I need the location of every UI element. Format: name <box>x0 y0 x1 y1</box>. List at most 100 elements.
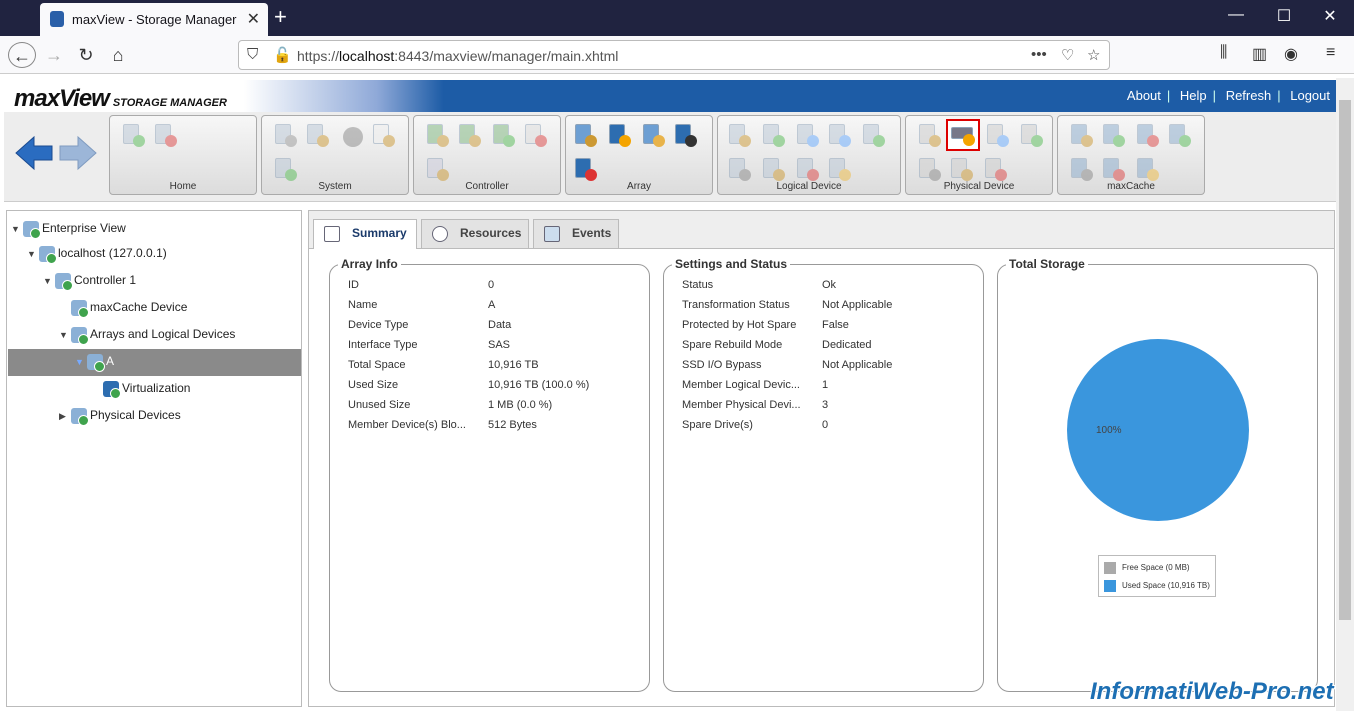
page-actions-icon[interactable]: ••• <box>1031 46 1047 63</box>
array_info-key: ID <box>348 279 359 291</box>
remove-system-icon[interactable] <box>152 122 178 148</box>
add-system-icon[interactable] <box>120 122 146 148</box>
tree-node-controller[interactable]: ▼ Controller 1 <box>43 273 136 293</box>
mc-delete-icon[interactable] <box>1100 156 1126 182</box>
settings-key: Spare Drive(s) <box>682 419 753 431</box>
url-bar[interactable]: ⛉ 🔓 https://localhost:8443/maxview/manag… <box>238 40 1110 70</box>
array_info-value: 0 <box>488 279 495 291</box>
back-icon[interactable]: ← <box>8 42 36 68</box>
array-modify-icon[interactable] <box>640 122 666 148</box>
app-header: maxView STORAGE MANAGER About | Help | Refr… <box>4 80 1336 112</box>
array-tools-icon[interactable] <box>606 122 632 148</box>
ld-add-icon[interactable] <box>760 122 786 148</box>
array-delete-icon[interactable] <box>572 156 598 182</box>
new-tab-icon[interactable]: + <box>274 4 287 30</box>
settings-value: Dedicated <box>822 339 872 351</box>
controller-schedule-icon[interactable] <box>522 122 548 148</box>
back-arrow-icon[interactable] <box>14 134 54 172</box>
settings-key: Protected by Hot Spare <box>682 319 797 331</box>
mc-search-icon[interactable] <box>1068 156 1094 182</box>
system-settings-icon[interactable] <box>272 122 298 148</box>
library-icon[interactable]: ⫼ <box>1220 44 1227 62</box>
pd-tools-icon[interactable] <box>946 119 980 151</box>
account-icon[interactable]: ◉ <box>1284 44 1298 64</box>
settings-value: False <box>822 319 849 331</box>
ld-clock-icon[interactable] <box>826 156 852 182</box>
tree-node-virtualization[interactable]: Virtualization <box>103 381 190 401</box>
settings-key: Member Logical Devic... <box>682 379 800 391</box>
minimize-icon[interactable]: — <box>1216 6 1256 24</box>
array_info-value: 1 MB (0.0 %) <box>488 399 553 411</box>
tree-node-maxcache[interactable]: maxCache Device <box>71 300 187 320</box>
window-close-icon[interactable]: ✕ <box>1310 6 1350 26</box>
browser-tab-bar: maxView - Storage Manager ✕ + — ☐ ✕ <box>0 0 1354 36</box>
top-links: About | Help | Refresh | Logout <box>1126 88 1330 103</box>
tab-summary[interactable]: Summary <box>313 219 417 249</box>
scrollbar-thumb[interactable] <box>1339 100 1351 620</box>
controller-search-icon[interactable] <box>490 122 516 148</box>
ld-edit-icon[interactable] <box>760 156 786 182</box>
help-link[interactable]: Help <box>1180 88 1207 103</box>
ld-delete-icon[interactable] <box>794 156 820 182</box>
logout-link[interactable]: Logout <box>1290 88 1330 103</box>
about-link[interactable]: About <box>1127 88 1161 103</box>
ld-expand-icon[interactable] <box>794 122 820 148</box>
system-tools-icon[interactable] <box>304 122 330 148</box>
pocket-icon[interactable]: ♡ <box>1061 46 1074 64</box>
edit-document-icon[interactable] <box>370 122 396 148</box>
pd-cache-icon[interactable] <box>1018 122 1044 148</box>
tab-close-icon[interactable]: ✕ <box>247 9 260 29</box>
maxview-app: maxView STORAGE MANAGER About | Help | Refr… <box>4 78 1336 711</box>
forward-icon[interactable]: → <box>40 42 68 68</box>
tree-node-enterprise[interactable]: ▼ Enterprise View <box>11 221 126 241</box>
maximize-icon[interactable]: ☐ <box>1264 6 1304 26</box>
lock-warning-icon[interactable]: 🔓 <box>273 46 292 64</box>
pd-delete-icon[interactable] <box>982 156 1008 182</box>
ld-migrate-icon[interactable] <box>826 122 852 148</box>
mc-disable-icon[interactable] <box>1134 122 1160 148</box>
array-settings-icon[interactable] <box>572 122 598 148</box>
toolbar-group-maxcache: maxCache <box>1057 115 1205 195</box>
controller-tools-icon[interactable] <box>456 122 482 148</box>
tab-events[interactable]: Events <box>533 219 619 248</box>
gear-icon[interactable] <box>338 122 364 148</box>
mc-cache-icon[interactable] <box>1166 122 1192 148</box>
calendar-icon <box>544 226 560 242</box>
controller-settings-icon[interactable] <box>424 122 450 148</box>
mc-settings-icon[interactable] <box>1068 122 1094 148</box>
bookmark-star-icon[interactable]: ☆ <box>1087 46 1100 64</box>
home-icon[interactable]: ⌂ <box>104 42 132 68</box>
page-scrollbar[interactable] <box>1336 78 1354 711</box>
host-icon <box>39 246 57 264</box>
mc-add-icon[interactable] <box>1100 122 1126 148</box>
tree-node-physical[interactable]: ▶ Physical Devices <box>59 408 181 428</box>
pie-legend: Free Space (0 MB) Used Space (10,916 TB) <box>1098 555 1216 597</box>
ld-cache-icon[interactable] <box>860 122 886 148</box>
settings-value: 3 <box>822 399 829 411</box>
mc-clock-icon[interactable] <box>1134 156 1160 182</box>
pd-settings-icon[interactable] <box>916 122 942 148</box>
forward-arrow-icon[interactable] <box>58 134 98 172</box>
ribbon-toolbar: Home System Controller Array Logical Dev… <box>4 112 1336 202</box>
sidebar-icon[interactable]: ▥ <box>1252 44 1267 64</box>
ld-search-icon[interactable] <box>726 156 752 182</box>
system-search-icon[interactable] <box>272 156 298 182</box>
legend-free: Free Space (0 MB) <box>1104 562 1190 574</box>
menu-icon[interactable]: ≡ <box>1326 44 1335 62</box>
enterprise-tree: ▼ Enterprise View ▼ localhost (127.0.0.1) … <box>6 210 302 707</box>
tree-node-arrays[interactable]: ▼ Arrays and Logical Devices <box>59 327 235 347</box>
refresh-link[interactable]: Refresh <box>1226 88 1272 103</box>
tab-resources[interactable]: Resources <box>421 219 529 248</box>
ld-settings-icon[interactable] <box>726 122 752 148</box>
controller-lock-icon[interactable] <box>424 156 450 182</box>
array-search-icon[interactable] <box>672 122 698 148</box>
tree-node-array-a[interactable]: ▼ A <box>75 354 114 374</box>
pie-slice-used <box>1067 339 1249 521</box>
browser-tab[interactable]: maxView - Storage Manager ✕ <box>40 3 268 36</box>
tree-node-host[interactable]: ▼ localhost (127.0.0.1) <box>27 246 167 266</box>
pd-wrench-icon[interactable] <box>916 156 942 182</box>
pd-erase-icon[interactable] <box>948 156 974 182</box>
pd-locate-icon[interactable] <box>984 122 1010 148</box>
reload-icon[interactable]: ↻ <box>72 42 100 68</box>
shield-icon[interactable]: ⛉ <box>247 46 258 63</box>
